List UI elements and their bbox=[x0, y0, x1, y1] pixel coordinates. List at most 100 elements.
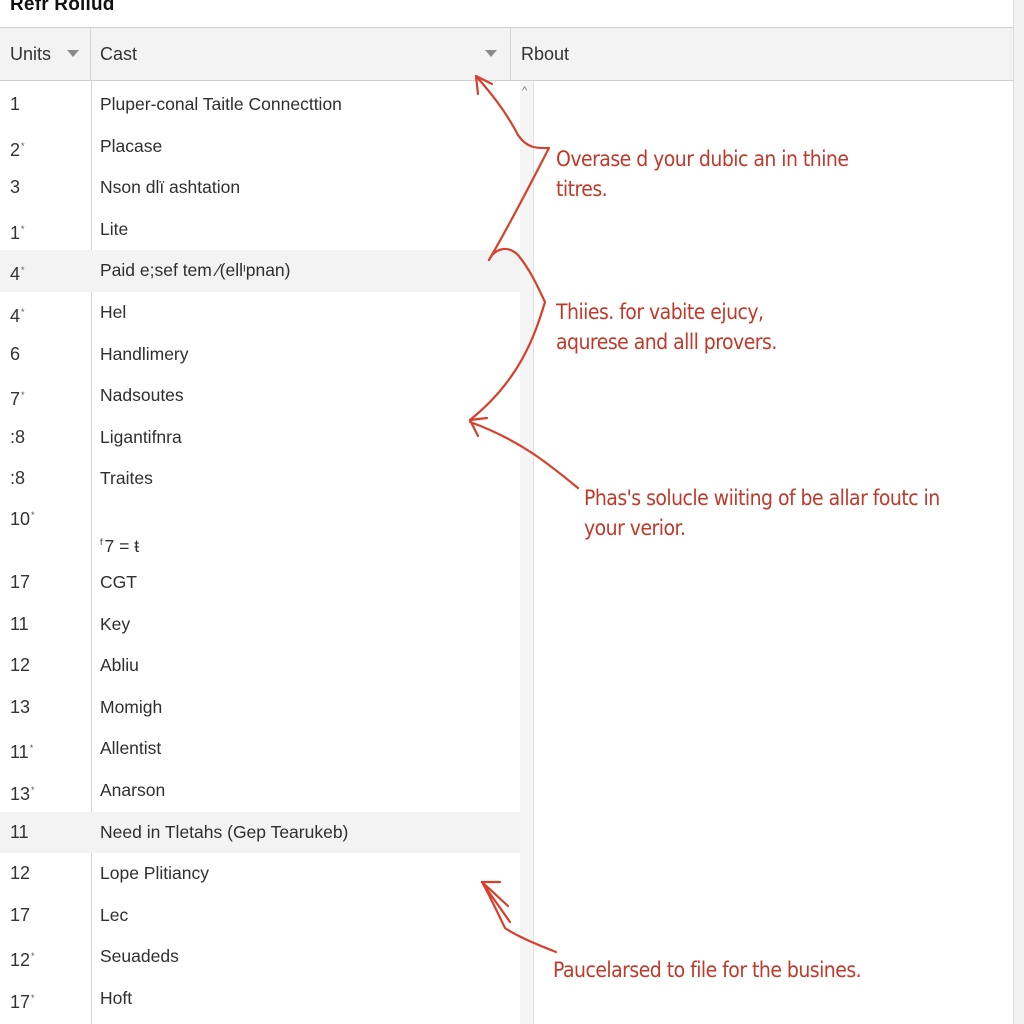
cell-units-mark: * bbox=[31, 785, 35, 795]
table-row[interactable]: 12* Seuadeds bbox=[0, 936, 520, 978]
cell-cast: Anarson bbox=[100, 770, 165, 810]
cell-units-mark: * bbox=[31, 510, 35, 520]
cell-cast-value: Lite bbox=[100, 218, 129, 239]
annotation-note-3: Phas's solucle wiiting of be allar foutc… bbox=[584, 483, 940, 543]
sort-dropdown-icon[interactable] bbox=[485, 50, 497, 57]
cell-cast: Lope Plitiancy bbox=[100, 853, 209, 893]
table-row[interactable]: 1* Lite bbox=[0, 209, 520, 251]
cell-cast: Lite bbox=[100, 209, 128, 249]
table-row[interactable]: 11* Allentist bbox=[0, 728, 520, 770]
cell-units-value: 1 bbox=[10, 94, 21, 114]
cell-units-mark: * bbox=[21, 307, 25, 317]
cell-units: 1 bbox=[10, 84, 20, 124]
cell-units-value: :8 bbox=[10, 426, 26, 447]
table-row[interactable]: 13 Momigh bbox=[0, 687, 520, 729]
cell-units: 13* bbox=[10, 770, 35, 814]
scrollbar[interactable]: ^ bbox=[520, 81, 534, 1024]
cell-units-value: 10 bbox=[10, 509, 31, 529]
cell-cast: Nadsoutes bbox=[100, 375, 184, 415]
cell-units-value: 12 bbox=[10, 863, 31, 884]
column-header-cast[interactable]: Cast bbox=[91, 28, 511, 80]
cell-cast-mark: f bbox=[100, 537, 103, 547]
table-row[interactable]: 4* Paid e;sef tem ⁄(ellᶦpnan) bbox=[0, 250, 520, 292]
cell-cast-value: Seuadeds bbox=[100, 946, 179, 967]
cell-cast-value: Need in Tletahs (Gep Tearukeb) bbox=[100, 821, 349, 842]
cell-units-value: :8 bbox=[10, 468, 26, 489]
table-row[interactable]: 13* Anarson bbox=[0, 770, 520, 812]
cell-cast: Lec bbox=[100, 895, 128, 935]
table-row[interactable]: 11 Need in Tletahs (Gep Tearukeb) bbox=[0, 811, 520, 854]
table-row[interactable]: 1 Pluper-conal Taitle Connecttion bbox=[0, 84, 520, 126]
page: Refr Rollud Units Cast Rbout 1 Pluper-con… bbox=[0, 0, 1024, 1024]
sort-dropdown-icon[interactable] bbox=[67, 50, 79, 57]
cell-units: 17 bbox=[10, 562, 30, 602]
cell-units: 17 bbox=[10, 895, 30, 935]
scroll-up-arrow-icon[interactable]: ^ bbox=[522, 85, 527, 97]
table-row[interactable]: :8 Traites bbox=[0, 458, 520, 500]
table-row[interactable]: 6 Handlimery bbox=[0, 334, 520, 376]
cell-units: 11 bbox=[10, 812, 29, 852]
cell-units: 7* bbox=[10, 375, 25, 419]
cell-cast-value: 7 = ŧ bbox=[104, 536, 140, 556]
cell-cast: Ligantifnra bbox=[100, 417, 182, 457]
annotation-line: titres. bbox=[556, 177, 608, 201]
cell-cast: Momigh bbox=[100, 687, 162, 727]
table-row[interactable]: :8 Ligantifnra bbox=[0, 417, 520, 459]
cell-units: 2* bbox=[10, 126, 25, 170]
table-row[interactable]: 12 Abliu bbox=[0, 645, 520, 687]
cell-cast-value: Lec bbox=[100, 904, 129, 925]
cell-units-value: 17 bbox=[10, 904, 31, 925]
cell-cast: Pluper-conal Taitle Connecttion bbox=[100, 84, 342, 124]
cell-units: 12 bbox=[10, 853, 30, 893]
table-row[interactable]: 17* Hoft bbox=[0, 978, 520, 1020]
table-row[interactable]: 2* Placase bbox=[0, 126, 520, 168]
annotation-line: Phas's solucle wiiting of be allar foutc… bbox=[584, 486, 940, 510]
column-header-about-label: Rbout bbox=[521, 44, 570, 64]
cell-cast-value: Handlimery bbox=[100, 343, 189, 364]
cell-units: 3 bbox=[10, 167, 20, 207]
cell-units-value: 12 bbox=[10, 655, 31, 676]
cell-units-mark: * bbox=[31, 993, 35, 1003]
cell-cast-value: Hoft bbox=[100, 988, 133, 1008]
cell-cast-value: Allentist bbox=[100, 738, 162, 759]
cell-cast: Need in Tletahs (Gep Tearukeb) bbox=[100, 812, 348, 852]
cell-cast-value: Pluper-conal Taitle Connecttion bbox=[100, 94, 342, 114]
annotation-line: your verior. bbox=[584, 516, 686, 540]
table-row[interactable]: 3 Nson dlï ashtation bbox=[0, 167, 520, 209]
table-row[interactable]: 12 Lope Plitiancy bbox=[0, 853, 520, 895]
column-header-about[interactable]: Rbout bbox=[511, 28, 1013, 80]
cell-cast-value: Key bbox=[100, 613, 131, 634]
table-row[interactable]: 17 Lec bbox=[0, 895, 520, 937]
cell-cast: Key bbox=[100, 604, 130, 644]
cell-cast: Seuadeds bbox=[100, 936, 179, 976]
annotation-note-4: Paucelarsed to file for the busines. bbox=[553, 955, 862, 985]
cell-units: 13 bbox=[10, 687, 30, 727]
table-row[interactable]: 7* Nadsoutes bbox=[0, 375, 520, 417]
column-header-units-label: Units bbox=[10, 44, 52, 64]
cell-cast-value: Lope Plitiancy bbox=[100, 863, 209, 884]
cell-units: :8 bbox=[10, 417, 25, 457]
cell-cast-value: CGT bbox=[100, 572, 137, 592]
cell-units-mark: * bbox=[21, 223, 25, 234]
cell-units-value: 4 bbox=[10, 264, 21, 285]
cell-cast: CGT bbox=[100, 562, 137, 602]
cell-units-mark: * bbox=[31, 951, 35, 962]
table-row[interactable]: 4* Hel bbox=[0, 292, 520, 334]
table-row[interactable]: 17 CGT bbox=[0, 562, 520, 604]
cell-units-mark: * bbox=[21, 140, 25, 151]
cell-units-value: 3 bbox=[10, 177, 21, 198]
table-row[interactable]: 10* f 7 = ŧ bbox=[0, 500, 520, 562]
cell-units: 11* bbox=[10, 728, 33, 772]
cell-units-value: 13 bbox=[10, 784, 31, 804]
cell-units: 17* bbox=[10, 978, 35, 1022]
cell-cast-value: Ligantifnra bbox=[100, 426, 182, 447]
cell-units-value: 17 bbox=[10, 572, 31, 592]
cell-units: 11 bbox=[10, 604, 29, 644]
column-header-units[interactable]: Units bbox=[0, 28, 91, 80]
cell-cast: Hel bbox=[100, 292, 126, 332]
cell-units-value: 11 bbox=[10, 742, 29, 763]
cell-cast: Handlimery bbox=[100, 334, 189, 374]
table-row[interactable]: 11 Key bbox=[0, 604, 520, 646]
cell-units: 6 bbox=[10, 334, 20, 374]
cell-cast: Abliu bbox=[100, 645, 139, 685]
